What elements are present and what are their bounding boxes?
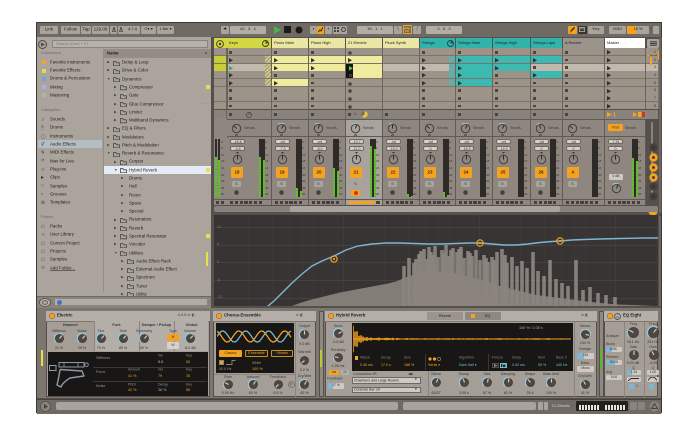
svg-text:F: F <box>290 382 293 387</box>
svg-text:A: A <box>616 314 619 319</box>
